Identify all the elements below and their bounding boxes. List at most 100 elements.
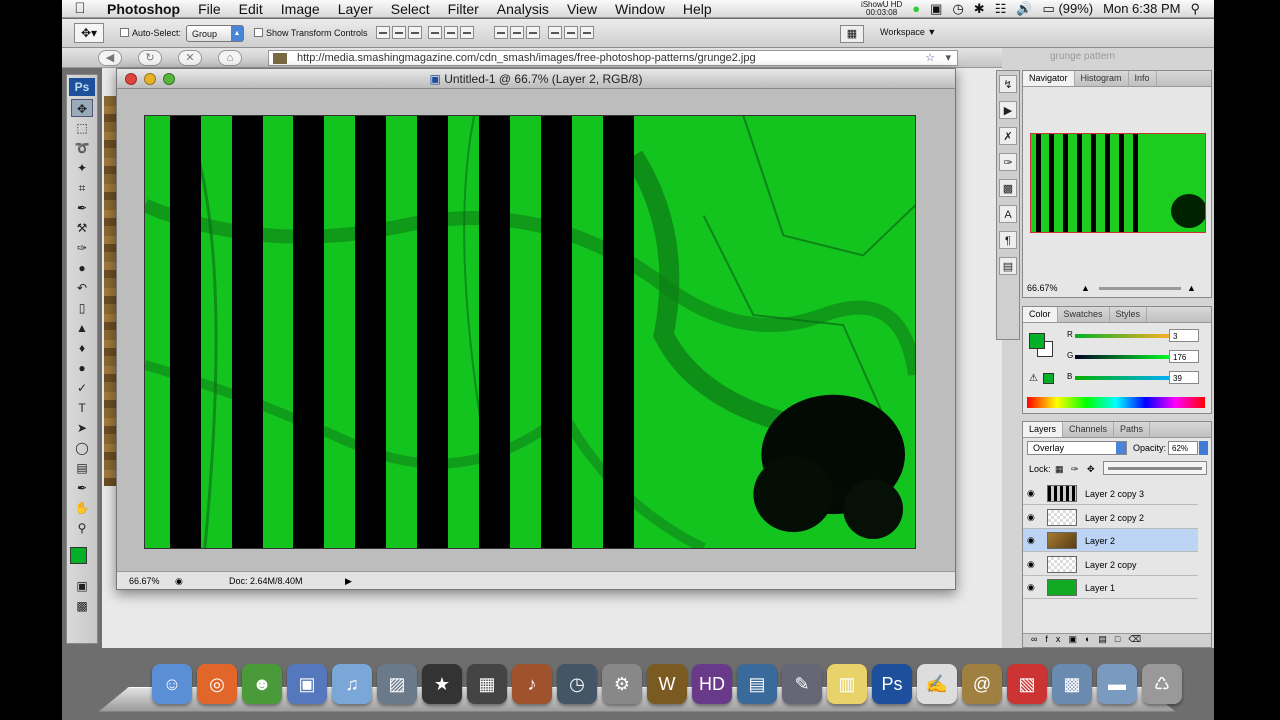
link-layers-icon[interactable]: ∞ (1031, 634, 1045, 644)
ichat-icon[interactable]: ☻ (242, 664, 282, 704)
color-fg-swatch[interactable] (1029, 333, 1045, 349)
clone-stamp-tool-icon[interactable]: ● (71, 259, 93, 277)
notes-tool-icon[interactable]: ▤ (71, 459, 93, 477)
movies-folder-icon[interactable]: ▩ (1052, 664, 1092, 704)
tab-layers[interactable]: Layers (1023, 422, 1064, 437)
folder-icon[interactable]: ▬ (1097, 664, 1137, 704)
channel-b-value[interactable]: 39 (1169, 371, 1199, 384)
brush-tool-icon[interactable]: ✑ (71, 239, 93, 257)
opacity-arrow-button[interactable] (1199, 441, 1208, 455)
transform-controls-checkbox[interactable] (254, 28, 263, 37)
tab-styles[interactable]: Styles (1110, 307, 1148, 322)
menu-layer[interactable]: Layer (329, 1, 382, 17)
crop-tool-icon[interactable]: ⌗ (71, 179, 93, 197)
add-mask-icon[interactable]: ▣ (1068, 634, 1085, 644)
align-left-button[interactable] (428, 26, 442, 39)
menu-window[interactable]: Window (606, 1, 674, 17)
layer-row[interactable]: ◉ Layer 2 copy 2 (1023, 506, 1198, 529)
reload-button[interactable]: ↻ (138, 50, 162, 66)
url-bar[interactable]: http://media.smashingmagazine.com/cdn_sm… (268, 50, 958, 66)
address-book-icon[interactable]: @ (962, 664, 1002, 704)
navigator-zoom[interactable]: 66.67% (1027, 283, 1058, 293)
zoom-field[interactable]: 66.67% (129, 576, 160, 586)
align-bottom-button[interactable] (408, 26, 422, 39)
zoom-out-icon[interactable]: ▲ (1081, 283, 1090, 293)
hand-tool-icon[interactable]: ✋ (71, 499, 93, 517)
pen-tool-icon[interactable]: ✓ (71, 379, 93, 397)
recorder-status[interactable]: iShowU HD 00:03:08 (861, 0, 902, 17)
zoom-in-icon[interactable]: ▲ (1187, 283, 1196, 293)
screen-mode-icon[interactable]: ▩ (71, 597, 93, 615)
system-preferences-icon[interactable]: ⚙ (602, 664, 642, 704)
lock-pixels-icon[interactable]: ✑ (1071, 464, 1079, 475)
healing-brush-tool-icon[interactable]: ⚒ (71, 219, 93, 237)
stickies-icon[interactable]: ▥ (827, 664, 867, 704)
brushes-panel-icon[interactable]: ✑ (999, 153, 1017, 171)
stop-button[interactable]: ✕ (178, 50, 202, 66)
status-arrow-icon[interactable]: ▶ (345, 576, 352, 587)
finder-icon[interactable]: ☺ (152, 664, 192, 704)
time-machine-icon[interactable]: ◷ (557, 664, 597, 704)
tab-color[interactable]: Color (1023, 307, 1058, 322)
layer-comps-icon[interactable]: ▤ (999, 257, 1017, 275)
layer-row[interactable]: ◉ Layer 1 (1023, 576, 1198, 599)
navigator-zoom-slider[interactable] (1099, 287, 1181, 290)
back-button[interactable]: ◀ (98, 50, 122, 66)
clock-icon[interactable]: ◷ (952, 1, 963, 17)
menu-view[interactable]: View (558, 1, 606, 17)
home-button[interactable]: ⌂ (218, 50, 242, 66)
paint-bucket-tool-icon[interactable]: ▲ (71, 319, 93, 337)
opacity-field[interactable]: 62% (1168, 441, 1198, 455)
gamut-warning-icon[interactable]: ⚠ (1029, 373, 1038, 384)
magic-wand-tool-icon[interactable]: ✦ (71, 159, 93, 177)
apple-icon[interactable]:  (62, 0, 98, 17)
adjustment-layer-icon[interactable]: ◐ (1085, 634, 1098, 644)
menu-filter[interactable]: Filter (439, 1, 488, 17)
zoom-tool-icon[interactable]: ⚲ (71, 519, 93, 537)
blend-mode-select[interactable]: Overlay (1027, 441, 1127, 455)
workspace-menu[interactable]: Workspace ▼ (880, 27, 936, 37)
trash-icon[interactable]: ♺ (1142, 664, 1182, 704)
distribute-left-button[interactable] (548, 26, 562, 39)
layer-row[interactable]: ◉ Layer 2 copy 3 (1023, 482, 1198, 505)
minimize-button[interactable] (144, 73, 156, 85)
eye-icon[interactable]: ◉ (1027, 535, 1035, 546)
tab-info[interactable]: Info (1129, 71, 1157, 86)
eraser-tool-icon[interactable]: ▯ (71, 299, 93, 317)
path-selection-tool-icon[interactable]: ➤ (71, 419, 93, 437)
lasso-tool-icon[interactable]: ➰ (71, 139, 93, 157)
firefox-icon[interactable]: ◎ (197, 664, 237, 704)
canvas[interactable] (144, 115, 916, 549)
navigator-thumbnail[interactable] (1030, 133, 1206, 233)
clapper-icon[interactable]: ▦ (467, 664, 507, 704)
lock-transparent-icon[interactable]: ▦ (1055, 464, 1064, 475)
eye-icon[interactable]: ◉ (1027, 512, 1035, 523)
distribute-center-button[interactable] (564, 26, 578, 39)
tab-paths[interactable]: Paths (1114, 422, 1151, 437)
blur-tool-icon[interactable]: ♦ (71, 339, 93, 357)
opacity-slider[interactable] (1103, 461, 1207, 475)
guitar-icon[interactable]: ♪ (512, 664, 552, 704)
menu-file[interactable]: File (189, 1, 230, 17)
align-right-button[interactable] (460, 26, 474, 39)
gamut-color-swatch[interactable] (1043, 373, 1054, 384)
menu-image[interactable]: Image (272, 1, 329, 17)
battery-status[interactable]: ▭ (99%) (1043, 1, 1094, 17)
paragraph-panel-icon[interactable]: ¶ (999, 231, 1017, 249)
bookmark-star-icon[interactable]: ☆ (925, 51, 935, 65)
status-menu-icon[interactable]: ◉ (175, 576, 183, 587)
delete-layer-icon[interactable]: ⌫ (1128, 634, 1149, 644)
menu-select[interactable]: Select (382, 1, 439, 17)
document-titlebar[interactable]: ▣ Untitled-1 @ 66.7% (Layer 2, RGB/8) (117, 69, 955, 89)
screen-icon[interactable]: ▣ (930, 1, 942, 17)
eye-icon[interactable]: ◉ (1027, 488, 1035, 499)
menu-analysis[interactable]: Analysis (488, 1, 558, 17)
type-tool-icon[interactable]: T (71, 399, 93, 417)
distribute-right-button[interactable] (580, 26, 594, 39)
channel-g-slider[interactable] (1075, 355, 1171, 359)
new-group-icon[interactable]: ▤ (1098, 634, 1115, 644)
spotlight-icon[interactable]: ⚲ (1190, 1, 1200, 17)
tab-swatches[interactable]: Swatches (1058, 307, 1110, 322)
foreground-color-swatch[interactable] (70, 547, 87, 564)
history-brush-tool-icon[interactable]: ↶ (71, 279, 93, 297)
